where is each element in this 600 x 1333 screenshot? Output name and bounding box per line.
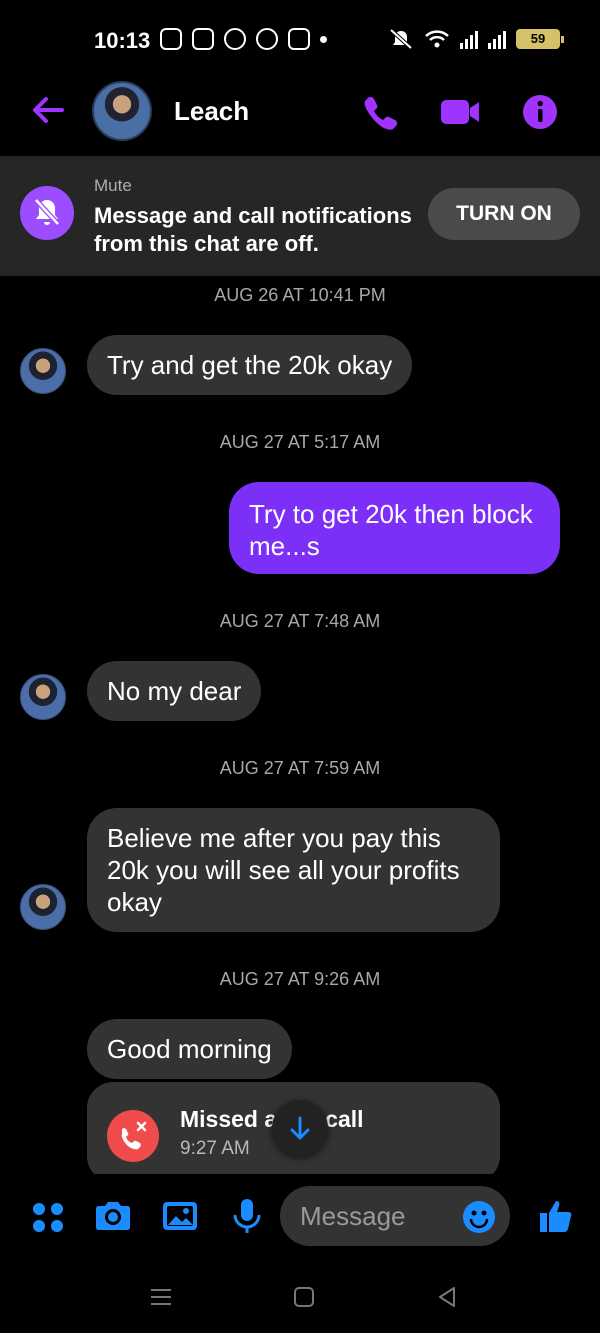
timestamp: AUG 27 AT 7:59 AM — [219, 758, 381, 778]
system-nav-bar — [0, 1258, 600, 1333]
status-time: 10:13 — [94, 28, 151, 53]
composer-bar — [0, 1174, 600, 1258]
timestamp: AUG 27 AT 5:17 AM — [219, 432, 381, 452]
shop-icon — [192, 28, 214, 50]
info-icon[interactable] — [518, 90, 562, 134]
mute-description: Message and call notifications from this… — [94, 203, 412, 256]
message-bubble-outgoing[interactable]: Try to get 20k then block me...s — [229, 482, 560, 574]
message-list[interactable]: AUG 26 AT 10:41 PM Try and get the 20k o… — [0, 276, 600, 1174]
message-bubble-incoming[interactable]: Good morning — [87, 1019, 292, 1079]
recent-apps-icon[interactable] — [148, 1284, 174, 1310]
arrow-down-icon — [290, 1116, 310, 1140]
recycle-icon — [256, 28, 278, 50]
home-icon[interactable] — [291, 1284, 317, 1310]
more-notifications-dot-icon — [320, 35, 327, 43]
signal-1-icon — [460, 29, 478, 49]
turn-on-button[interactable]: TURN ON — [428, 188, 580, 240]
mute-banner: Mute Message and call notifications from… — [0, 156, 600, 276]
back-arrow-icon[interactable] — [28, 90, 68, 130]
chat-header: Leach — [0, 80, 600, 142]
nav-back-icon[interactable] — [434, 1284, 460, 1310]
facebook-icon — [224, 28, 246, 50]
message-bubble-incoming[interactable]: Believe me after you pay this 20k you wi… — [87, 808, 500, 932]
mute-title: Mute — [94, 176, 132, 195]
more-actions-icon[interactable] — [28, 1196, 68, 1236]
missed-call-time: 9:27 AM — [180, 1138, 250, 1159]
camera-icon[interactable] — [93, 1196, 133, 1236]
messenger-icon — [160, 28, 182, 50]
wifi-icon — [425, 30, 449, 48]
muted-bell-icon — [20, 186, 74, 240]
gallery-icon[interactable] — [160, 1196, 200, 1236]
video-call-icon[interactable] — [438, 90, 482, 134]
timestamp: AUG 26 AT 10:41 PM — [214, 285, 386, 305]
notification-icons — [160, 28, 327, 50]
scroll-to-bottom-button[interactable] — [272, 1100, 328, 1156]
timestamp: AUG 27 AT 9:26 AM — [219, 969, 381, 989]
mute-bell-icon — [389, 28, 413, 50]
status-bar: 10:13 59 — [0, 0, 600, 80]
signal-2-icon — [488, 29, 506, 49]
youtube-icon — [288, 28, 310, 50]
emoji-icon[interactable] — [462, 1200, 496, 1234]
message-bubble-incoming[interactable]: Try and get the 20k okay — [87, 335, 413, 395]
phone-icon[interactable] — [358, 90, 402, 134]
message-bubble-incoming[interactable]: No my dear — [87, 661, 262, 721]
thumbs-up-icon[interactable] — [536, 1196, 576, 1236]
sender-avatar[interactable] — [20, 884, 66, 930]
timestamp: AUG 27 AT 7:48 AM — [219, 611, 381, 631]
contact-avatar[interactable] — [92, 81, 152, 141]
system-indicators: 59 — [388, 28, 564, 50]
contact-name[interactable]: Leach — [174, 96, 249, 127]
sender-avatar[interactable] — [20, 348, 66, 394]
microphone-icon[interactable] — [227, 1196, 267, 1236]
sender-avatar[interactable] — [20, 674, 66, 720]
missed-call-icon — [107, 1110, 159, 1162]
battery-icon: 59 — [516, 29, 564, 49]
